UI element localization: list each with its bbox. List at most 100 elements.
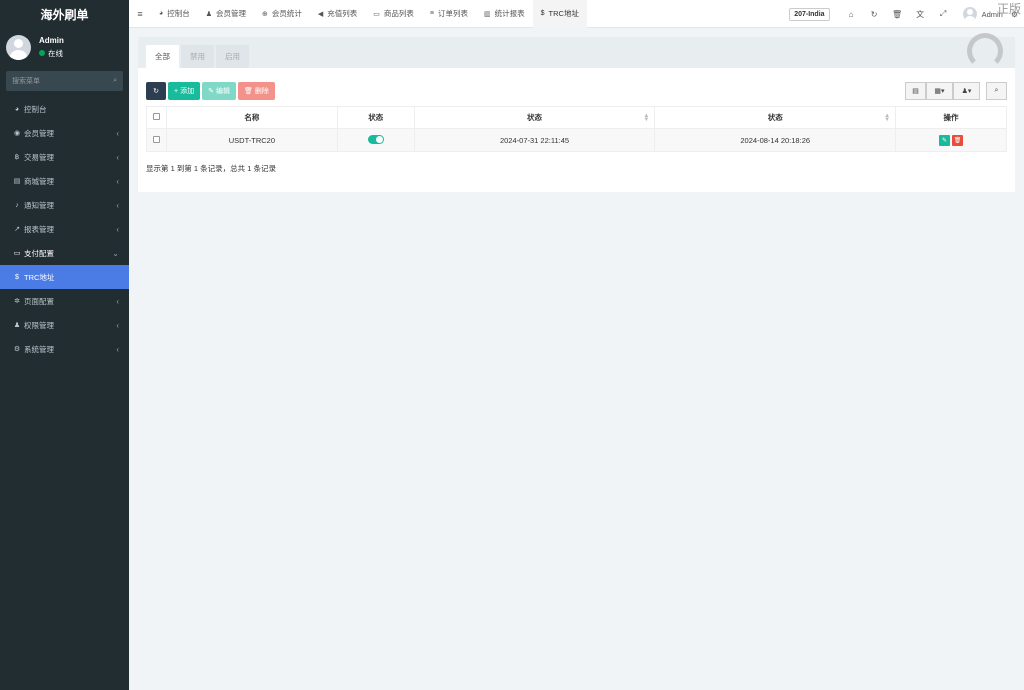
delete-button-label: 删除: [254, 88, 269, 95]
trash-icon: 🗑: [953, 137, 962, 144]
sidebar-item-trades[interactable]: ฿ 交易管理 ‹: [0, 145, 129, 169]
sidebar: 海外刷单 Admin 在线 搜索菜单 ⌕ ◕ 控制台 ◉ 会员管理 ‹ ฿ 交易…: [0, 0, 129, 690]
search-icon[interactable]: ⌕: [113, 77, 117, 85]
sort-icon[interactable]: ▲ ▼: [884, 113, 890, 123]
dashboard-icon: ◕: [14, 105, 20, 113]
refresh-icon[interactable]: ↻: [863, 10, 886, 19]
sidebar-item-notifications[interactable]: ♪ 通知管理 ‹: [0, 193, 129, 217]
delete-button[interactable]: 🗑 删除: [237, 82, 275, 100]
server-badge[interactable]: 207-India: [789, 7, 830, 21]
sidebar-item-system[interactable]: ⚙ 系统管理 ‹: [0, 337, 129, 361]
language-icon[interactable]: 文: [909, 9, 932, 20]
add-button-label: 添加: [180, 88, 195, 95]
sort-icon[interactable]: ▲ ▼: [643, 113, 649, 123]
filter-tab-enabled[interactable]: 启用: [216, 45, 249, 68]
sidebar-item-label: 控制台: [24, 104, 47, 114]
top-navbar: ≡ ◕ 控制台 ♟ 会员管理 ⊕ 会员统计 ◀ 充值列表 ▭ 商品列表 ≡ 订单…: [129, 0, 1024, 28]
dollar-icon: $: [15, 273, 19, 281]
dollar-icon: $: [540, 10, 545, 17]
sidebar-item-label: 支付配置: [24, 248, 54, 258]
column-header-label: 状态: [527, 113, 543, 122]
brand-logo[interactable]: 海外刷单: [0, 0, 129, 28]
cell-name: USDT-TRC20: [165, 128, 338, 152]
volume-icon: ◀: [317, 10, 324, 18]
sidebar-item-members[interactable]: ◉ 会员管理 ‹: [0, 121, 129, 145]
sidebar-item-label: 页面配置: [24, 296, 54, 306]
sidebar-item-label: 通知管理: [24, 200, 54, 210]
monitor-icon: ▭: [373, 10, 380, 18]
sidebar-item-payment-config[interactable]: ▭ 支付配置 ⌄: [0, 241, 129, 265]
sidebar-item-label: 权限管理: [24, 320, 54, 330]
top-avatar[interactable]: [962, 7, 977, 21]
cell-created: 2024-07-31 22:11:45: [413, 128, 656, 152]
plus-icon: +: [174, 87, 179, 95]
bar-chart-icon: ▥: [484, 10, 491, 18]
fullscreen-icon[interactable]: ⤢: [932, 9, 955, 19]
gear-icon: ✲: [14, 298, 20, 305]
filter-tab-all[interactable]: 全部: [146, 45, 179, 68]
chevron-left-icon: ‹: [116, 224, 119, 234]
dashboard-icon: ◕: [159, 10, 164, 17]
add-button[interactable]: + 添加: [168, 82, 201, 100]
pagination-info: 显示第 1 到第 1 条记录，总共 1 条记录: [146, 164, 277, 173]
chevron-down-icon: ⌄: [112, 248, 119, 258]
sidebar-item-reports[interactable]: ↗ 报表管理 ‹: [0, 217, 129, 241]
chevron-left-icon: ‹: [116, 128, 119, 138]
tab-product-list[interactable]: ▭ 商品列表: [365, 0, 422, 28]
tab-members[interactable]: ♟ 会员管理: [198, 0, 254, 28]
bitcoin-icon: ฿: [14, 154, 20, 161]
column-header-status[interactable]: 状态: [336, 106, 415, 129]
sidebar-menu: ◕ 控制台 ◉ 会员管理 ‹ ฿ 交易管理 ‹ ▤ 商城管理 ‹ ♪ 通知管理 …: [0, 97, 129, 361]
export-dropdown-button[interactable]: ♟▾: [953, 82, 980, 100]
tab-order-list[interactable]: ≡ 订单列表: [422, 0, 476, 28]
cogs-icon: ⚙: [13, 346, 21, 353]
column-header-created[interactable]: 状态 ▲ ▼: [413, 106, 656, 129]
tab-trc-address[interactable]: $ TRC地址: [532, 0, 587, 28]
row-delete-button[interactable]: 🗑: [952, 134, 964, 146]
row-edit-button[interactable]: ✎: [939, 134, 951, 146]
toggle-view-button[interactable]: ▤: [905, 82, 926, 100]
tab-dashboard[interactable]: ◕ 控制台: [151, 0, 198, 28]
row-select-cell: [146, 128, 167, 152]
user-name: Admin: [39, 35, 64, 45]
filter-tabs: 全部 禁用 启用: [146, 45, 251, 68]
list-icon: ≡: [429, 10, 434, 17]
refresh-button[interactable]: ↻: [146, 82, 166, 100]
tab-stats-report[interactable]: ▥ 统计报表: [476, 0, 533, 28]
refresh-icon: ↻: [153, 88, 159, 95]
sidebar-item-permissions[interactable]: ♟ 权限管理 ‹: [0, 313, 129, 337]
avatar: [6, 34, 31, 60]
status-toggle[interactable]: [367, 134, 384, 144]
sidebar-item-dashboard[interactable]: ◕ 控制台: [0, 97, 129, 121]
cell-actions: ✎ 🗑: [895, 128, 1007, 152]
tab-label: 商品列表: [383, 9, 414, 18]
columns-dropdown-button[interactable]: ▦▾: [926, 82, 953, 100]
tab-label: 充值列表: [327, 9, 358, 18]
edit-button[interactable]: ✎ 编辑: [202, 82, 236, 100]
hamburger-menu-icon[interactable]: ≡: [129, 9, 151, 19]
tab-recharge-list[interactable]: ◀ 充值列表: [310, 0, 365, 28]
search-icon: ⌕: [994, 87, 999, 94]
panel-header: 全部 禁用 启用: [138, 33, 1015, 69]
user-status-label: 在线: [48, 48, 63, 58]
search-button[interactable]: ⌕: [986, 82, 1007, 100]
select-all-checkbox[interactable]: [152, 113, 160, 120]
tab-member-stats[interactable]: ⊕ 会员统计: [254, 0, 310, 28]
trash-icon[interactable]: 🗑: [886, 10, 909, 19]
column-header-label: 状态: [767, 113, 783, 122]
chevron-left-icon: ‹: [116, 200, 119, 210]
home-icon[interactable]: ⌂: [840, 10, 863, 19]
globe-icon: ⊕: [262, 10, 268, 18]
sidebar-item-shop[interactable]: ▤ 商城管理 ‹: [0, 169, 129, 193]
user-status: 在线: [39, 48, 64, 59]
filter-tab-disabled[interactable]: 禁用: [181, 45, 214, 68]
data-table: 名称 状态 状态 ▲ ▼ 状态 ▲ ▼ 操作 USDT-TRC20 2024-07-…: [146, 106, 1007, 152]
column-header-name[interactable]: 名称: [165, 106, 338, 129]
menu-search-input[interactable]: 搜索菜单 ⌕: [6, 71, 123, 91]
sidebar-item-page-config[interactable]: ✲ 页面配置 ‹: [0, 289, 129, 313]
row-checkbox[interactable]: [152, 135, 160, 143]
table-icon: ▤: [912, 88, 919, 95]
sidebar-item-trc-address[interactable]: $ TRC地址: [0, 265, 129, 289]
chart-line-icon: ↗: [14, 226, 20, 233]
column-header-updated[interactable]: 状态 ▲ ▼: [654, 106, 897, 129]
